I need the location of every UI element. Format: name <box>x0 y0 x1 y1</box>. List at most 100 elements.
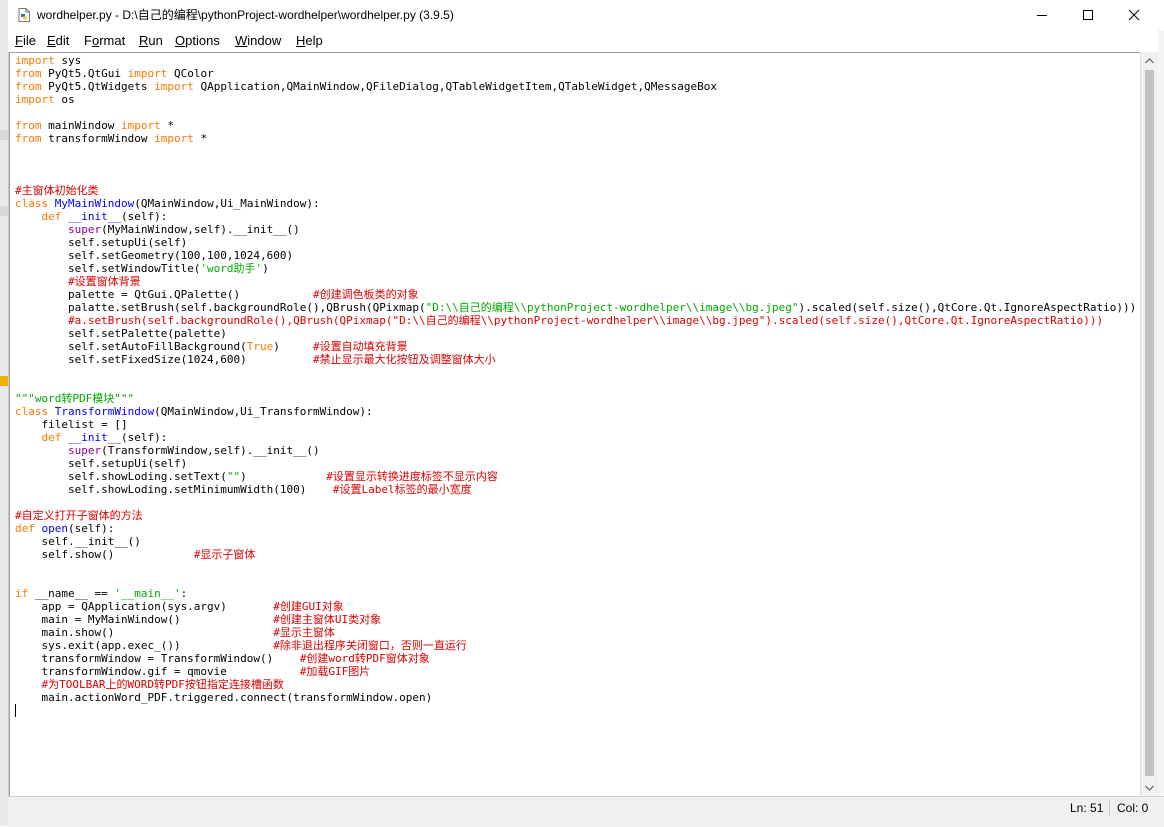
code-line[interactable]: self.setFixedSize(1024,600) #禁止显示最大化按钮及调… <box>15 353 1136 366</box>
code-line[interactable]: self.__init__() <box>15 535 1136 548</box>
code-line[interactable]: self.setPalette(palette) <box>15 327 1136 340</box>
code-line[interactable]: transformWindow = TransformWindow() #创建w… <box>15 652 1136 665</box>
code-line[interactable]: super(MyMainWindow,self).__init__() <box>15 223 1136 236</box>
code-line[interactable]: if __name__ == '__main__': <box>15 587 1136 600</box>
code-line[interactable]: self.setGeometry(100,100,1024,600) <box>15 249 1136 262</box>
code-token-plain: (MyMainWindow,self).__init__() <box>101 223 300 236</box>
code-line[interactable]: super(TransformWindow,self).__init__() <box>15 444 1136 457</box>
code-line[interactable] <box>15 366 1136 379</box>
code-token-string: '__main__' <box>114 587 181 600</box>
code-line[interactable]: from PyQt5.QtGui import QColor <box>15 67 1136 80</box>
background-window-edge <box>0 0 9 826</box>
code-token-plain: PyQt5.QtGui <box>41 67 128 80</box>
code-line[interactable] <box>15 379 1136 392</box>
code-line[interactable] <box>15 106 1136 119</box>
status-bar: Ln: 51 Col: 0 <box>8 796 1164 827</box>
code-line[interactable]: class MyMainWindow(QMainWindow,Ui_MainWi… <box>15 197 1136 210</box>
code-line[interactable]: #设置窗体背景 <box>15 275 1136 288</box>
code-token-plain: self.showLoding.setText( <box>15 470 227 483</box>
code-line[interactable] <box>15 158 1136 171</box>
code-line[interactable]: def __init__(self): <box>15 431 1136 444</box>
code-line[interactable]: """word转PDF模块""" <box>15 392 1136 405</box>
code-line[interactable]: app = QApplication(sys.argv) #创建GUI对象 <box>15 600 1136 613</box>
code-line[interactable]: transformWindow.gif = qmovie #加载GIF图片 <box>15 665 1136 678</box>
menu-run[interactable]: Run <box>139 30 163 52</box>
code-line[interactable] <box>15 561 1136 574</box>
code-token-string: """word转PDF模块""" <box>15 392 135 405</box>
status-divider <box>1109 800 1110 816</box>
code-line[interactable]: from PyQt5.QtWidgets import QApplication… <box>15 80 1136 93</box>
menu-help[interactable]: Help <box>296 30 323 52</box>
code-line[interactable]: palatte.setBrush(self.backgroundRole(),Q… <box>15 301 1136 314</box>
code-token-builtin: super <box>67 223 102 236</box>
code-text[interactable]: import sys from PyQt5.QtGui import QColor… <box>15 54 1136 717</box>
code-token-comment: #除非退出程序关闭窗口，否则一直运行 <box>273 639 467 652</box>
code-line[interactable]: from transformWindow import * <box>15 132 1136 145</box>
code-editor[interactable]: import sys from PyQt5.QtGui import QColor… <box>9 52 1141 797</box>
code-token-plain: __name__ == <box>28 587 115 600</box>
code-token-comment: #创建GUI对象 <box>273 600 344 613</box>
code-line[interactable]: self.setAutoFillBackground(True) #设置自动填充… <box>15 340 1136 353</box>
code-token-comment: #自定义打开子窗体的方法 <box>15 509 143 522</box>
code-line[interactable] <box>15 574 1136 587</box>
code-line[interactable]: def __init__(self): <box>15 210 1136 223</box>
code-line[interactable]: main.actionWord_PDF.triggered.connect(tr… <box>15 691 1136 704</box>
code-line[interactable] <box>15 496 1136 509</box>
code-token-plain: app = QApplication(sys.argv) <box>15 600 274 613</box>
code-line[interactable]: self.setupUi(self) <box>15 236 1136 249</box>
scroll-up-button[interactable] <box>1141 52 1158 69</box>
code-line[interactable]: palette = QtGui.QPalette() #创建调色板类的对象 <box>15 288 1136 301</box>
code-token-plain: (QMainWindow,Ui_MainWindow): <box>134 197 320 210</box>
code-line[interactable] <box>15 171 1136 184</box>
close-button[interactable] <box>1111 0 1157 30</box>
code-line[interactable]: #主窗体初始化类 <box>15 184 1136 197</box>
minimize-button[interactable] <box>1019 0 1065 30</box>
code-token-keyword: class <box>15 405 49 418</box>
menu-edit[interactable]: Edit <box>47 30 69 52</box>
code-token-keyword: from <box>15 132 42 145</box>
scrollbar-thumb[interactable] <box>1145 70 1154 776</box>
code-line[interactable]: main.show() #显示主窗体 <box>15 626 1136 639</box>
code-token-plain: main = MyMainWindow() <box>15 613 274 626</box>
code-line[interactable]: filelist = [] <box>15 418 1136 431</box>
code-line[interactable]: self.showLoding.setMinimumWidth(100) #设置… <box>15 483 1136 496</box>
title-bar[interactable]: wordhelper.py - D:\自己的编程\pythonProject-w… <box>8 0 1164 30</box>
code-line[interactable]: main = MyMainWindow() #创建主窗体UI类对象 <box>15 613 1136 626</box>
edge-fragment <box>0 376 8 386</box>
code-token-plain: transformWindow.gif = qmovie <box>15 665 300 678</box>
code-token-plain: transformWindow = TransformWindow() <box>15 652 300 665</box>
menu-window[interactable]: Window <box>235 30 281 52</box>
code-token-definition: __init__ <box>68 210 121 223</box>
code-line[interactable]: import os <box>15 93 1136 106</box>
vertical-scrollbar[interactable] <box>1140 52 1158 796</box>
code-line[interactable]: self.setupUi(self) <box>15 457 1136 470</box>
code-line[interactable]: #为TOOLBAR上的WORD转PDF按钮指定连接槽函数 <box>15 678 1136 691</box>
code-line[interactable]: #自定义打开子窗体的方法 <box>15 509 1136 522</box>
code-line[interactable]: self.showLoding.setText("") #设置显示转换进度标签不… <box>15 470 1136 483</box>
code-token-comment: #显示主窗体 <box>273 626 335 639</box>
code-line[interactable]: import sys <box>15 54 1136 67</box>
code-line[interactable] <box>15 145 1136 158</box>
code-line[interactable] <box>15 704 1136 717</box>
code-token-plain: (self): <box>120 431 168 444</box>
code-line[interactable]: def open(self): <box>15 522 1136 535</box>
menu-options[interactable]: Options <box>175 30 220 52</box>
code-line[interactable]: self.show() #显示子窗体 <box>15 548 1136 561</box>
code-line[interactable]: class TransformWindow(QMainWindow,Ui_Tra… <box>15 405 1136 418</box>
menu-format[interactable]: Format <box>84 30 125 52</box>
code-line[interactable]: from mainWindow import * <box>15 119 1136 132</box>
code-line[interactable]: #a.setBrush(self.backgroundRole(),QBrush… <box>15 314 1136 327</box>
maximize-button[interactable] <box>1065 0 1111 30</box>
code-token-comment: #设置显示转换进度标签不显示内容 <box>326 470 498 483</box>
menu-bar: File Edit Format Run Options Window Help <box>8 30 1164 52</box>
menu-file[interactable]: File <box>15 30 36 52</box>
code-token-plain: * <box>160 119 174 132</box>
scroll-down-button[interactable] <box>1141 779 1158 796</box>
code-line[interactable]: sys.exit(app.exec_()) #除非退出程序关闭窗口，否则一直运行 <box>15 639 1136 652</box>
code-token-string: "D:\\自己的编程\\pythonProject-wordhelper\\im… <box>425 301 799 314</box>
code-token-plain: os <box>54 93 75 106</box>
code-line[interactable]: self.setWindowTitle('word助手') <box>15 262 1136 275</box>
